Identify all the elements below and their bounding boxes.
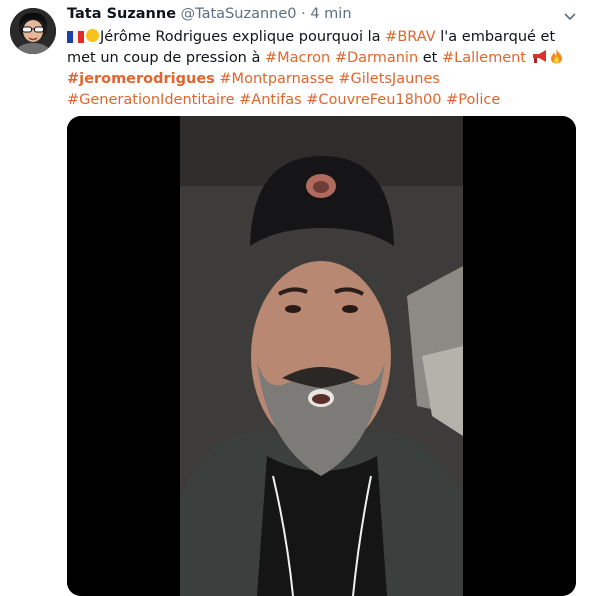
megaphone-icon xyxy=(532,50,546,63)
hashtag-link[interactable]: #CouvreFeu18h00 xyxy=(306,92,441,108)
tweet[interactable]: Tata Suzanne @TataSuzanne0 · 4 min Jérôm… xyxy=(0,0,591,596)
tweet-text-part: et xyxy=(418,50,442,66)
user-handle[interactable]: @TataSuzanne0 xyxy=(181,6,297,22)
hashtag-link[interactable]: #Lallement xyxy=(442,50,526,66)
tweet-header: Tata Suzanne @TataSuzanne0 · 4 min xyxy=(67,6,352,22)
tweet-timestamp[interactable]: 4 min xyxy=(310,6,351,22)
hashtag-link[interactable]: #Antifas xyxy=(239,92,302,108)
hashtag-link[interactable]: #Police xyxy=(446,92,500,108)
display-name[interactable]: Tata Suzanne xyxy=(67,6,176,22)
yellow-circle-icon xyxy=(85,28,100,43)
avatar[interactable] xyxy=(10,8,56,54)
tweet-text: Jérôme Rodrigues explique pourquoi la #B… xyxy=(67,27,582,111)
hashtag-link[interactable]: #GiletsJaunes xyxy=(338,71,440,87)
hashtag-link[interactable]: #BRAV xyxy=(385,29,436,45)
hashtag-link[interactable]: #jeromerodrigues xyxy=(67,71,215,87)
hashtag-link[interactable]: #GenerationIdentitaire xyxy=(67,92,235,108)
video-frame xyxy=(67,116,576,596)
hashtag-link[interactable]: #Darmanin xyxy=(335,50,418,66)
hashtag-link[interactable]: #Macron xyxy=(265,50,330,66)
tweet-text-part: Jérôme Rodrigues explique pourquoi la xyxy=(100,29,386,45)
fire-icon xyxy=(550,49,562,64)
separator-dot: · xyxy=(301,6,306,22)
video-player[interactable] xyxy=(67,116,576,596)
chevron-down-icon[interactable] xyxy=(560,10,580,24)
france-flag-icon xyxy=(67,31,84,43)
hashtag-link[interactable]: #Montparnasse xyxy=(219,71,333,87)
